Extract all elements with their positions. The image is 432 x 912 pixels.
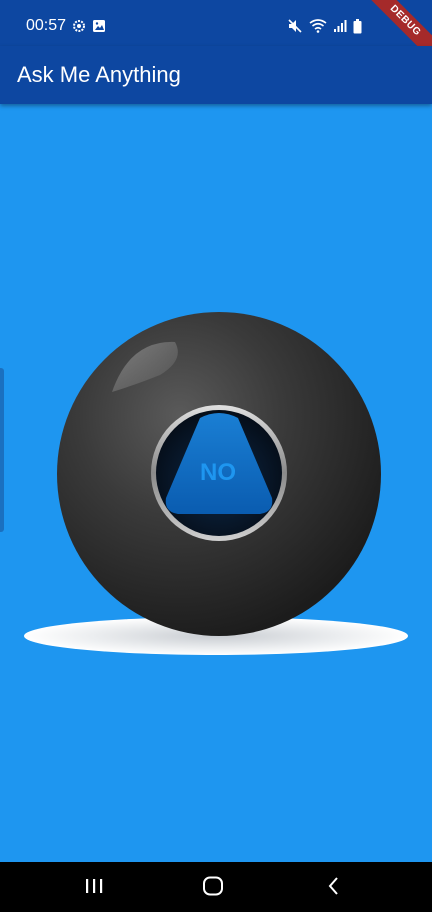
nav-bar [0, 862, 432, 912]
magic-ball-button[interactable]: NO [0, 0, 432, 912]
back-icon[interactable] [326, 876, 342, 896]
answer-text: NO [200, 459, 236, 486]
home-icon[interactable] [202, 876, 224, 896]
recent-apps-icon[interactable] [84, 876, 104, 896]
